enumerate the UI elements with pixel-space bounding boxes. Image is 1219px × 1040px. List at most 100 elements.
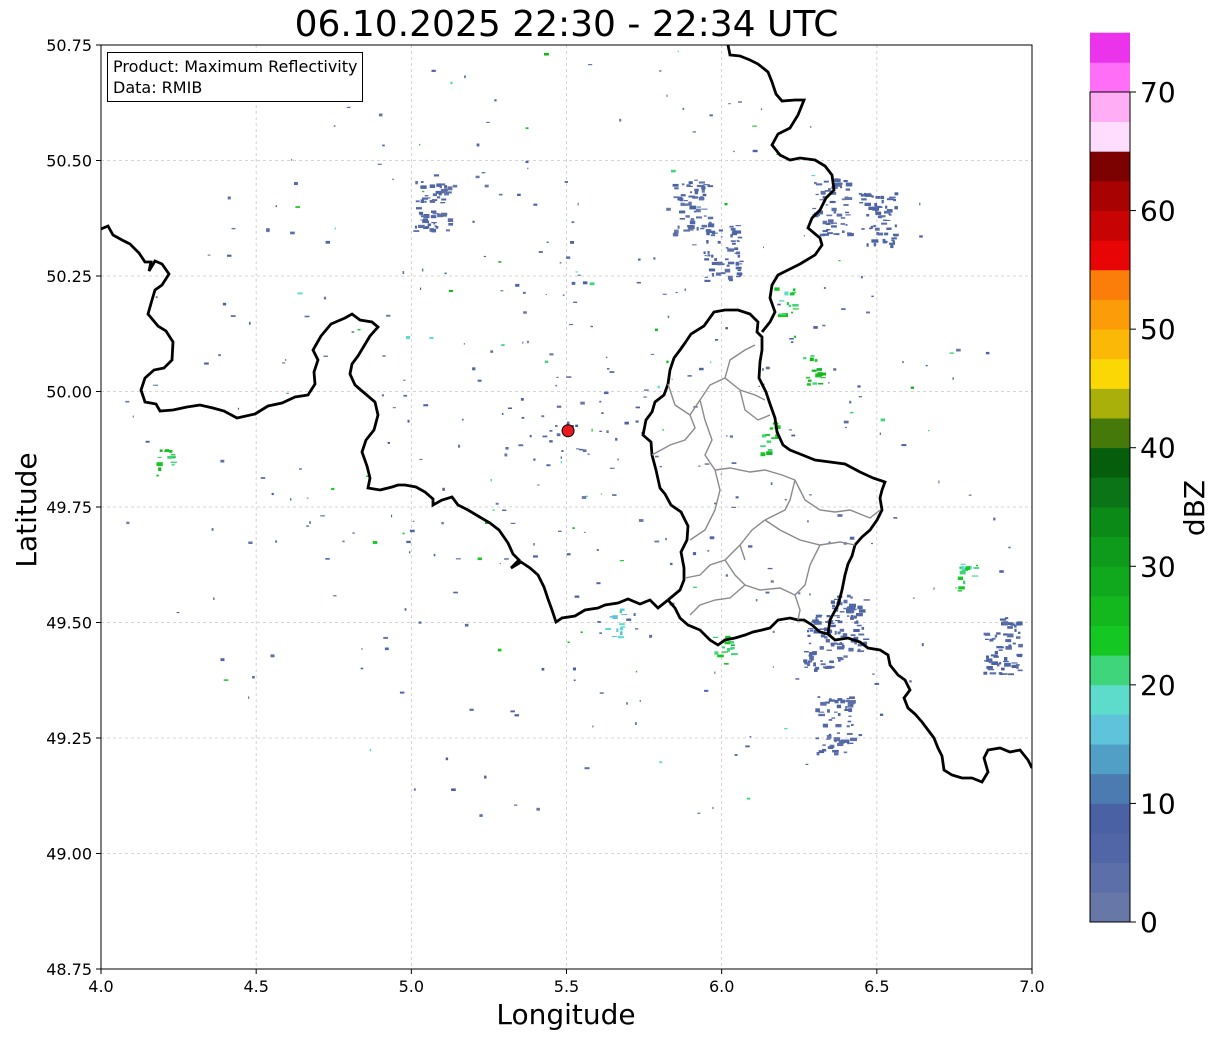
country-border-southeast (827, 632, 1032, 784)
echo-pixel (639, 700, 641, 702)
echo-pixel (767, 567, 773, 570)
echo-pixel (612, 494, 617, 496)
echo-pixel (692, 131, 696, 133)
echo-pixel (275, 205, 277, 208)
echo-pixel (725, 574, 728, 577)
echo-pixel (858, 633, 865, 636)
echo-pixel (501, 344, 505, 347)
echo-pixel (834, 630, 837, 635)
echo-pixel (825, 204, 829, 206)
echo-pixel (213, 597, 215, 600)
echo-pixel (679, 210, 686, 214)
echo-pixel (833, 222, 837, 224)
echo-pixel (838, 260, 841, 262)
echo-pixel (791, 311, 794, 314)
echo-pixel (1008, 673, 1014, 676)
echo-pixel (286, 392, 289, 394)
x-tick-label: 4.0 (88, 977, 113, 996)
echo-pixel (387, 441, 390, 444)
echo-pixel (320, 515, 325, 517)
echo-pixel (626, 702, 628, 705)
colorbar-tick-label: 30 (1140, 550, 1176, 583)
echo-pixel (839, 642, 842, 645)
echo-pixel (893, 233, 899, 237)
echo-pixel (440, 202, 446, 204)
echo-pixel (692, 244, 697, 246)
echo-pixel (619, 623, 625, 626)
echo-pixel (847, 700, 855, 705)
echo-pixel (424, 200, 427, 203)
echo-pixel (544, 360, 549, 363)
echo-pixel (125, 400, 130, 403)
echo-pixel (784, 727, 788, 730)
colorbar-segment (1090, 507, 1130, 538)
echo-pixel (655, 455, 659, 458)
echo-pixel (809, 593, 811, 596)
echo-pixel (807, 520, 809, 523)
echo-pixel (413, 230, 420, 232)
echo-pixel (606, 368, 610, 370)
echo-pixel (1001, 667, 1005, 671)
echo-pixel (453, 591, 458, 594)
echo-pixel (834, 752, 839, 756)
echo-pixel (849, 742, 854, 744)
echo-pixel (811, 369, 817, 372)
echo-pixel (858, 192, 863, 195)
colorbar-segment (1090, 62, 1130, 93)
echo-pixel (833, 209, 836, 214)
echo-pixel (829, 666, 835, 669)
echo-pixel (297, 292, 303, 295)
echo-pixel (522, 291, 526, 294)
echo-pixel (701, 208, 708, 210)
echo-pixel (985, 638, 989, 640)
echo-pixel (252, 676, 255, 679)
echo-pixel (813, 662, 816, 667)
echo-pixel (846, 594, 851, 598)
echo-pixel (809, 494, 812, 496)
echo-pixel (704, 258, 710, 261)
echo-pixel (856, 613, 863, 617)
echo-pixel (925, 364, 928, 367)
echo-pixel (126, 521, 130, 524)
echo-pixel (450, 81, 453, 85)
echo-pixel (727, 261, 735, 265)
echo-pixel (615, 437, 618, 441)
echo-pixel (998, 649, 1003, 651)
echo-pixel (635, 406, 640, 409)
echo-pixel (382, 144, 385, 147)
echo-pixel (290, 231, 295, 235)
echo-pixel (971, 575, 979, 577)
echo-pixel (721, 271, 724, 274)
echo-pixel (1007, 626, 1013, 629)
echo-pixel (957, 590, 963, 592)
echo-pixel (850, 411, 854, 414)
echo-pixel (820, 663, 826, 666)
echo-pixel (737, 269, 742, 272)
echo-pixel (815, 737, 820, 740)
echo-pixel (737, 240, 740, 242)
echo-pixel (445, 757, 449, 761)
regional-borders (651, 344, 881, 621)
echo-pixel (840, 699, 846, 704)
echo-pixel (857, 648, 861, 652)
echo-pixel (697, 812, 701, 814)
colorbar-segment (1090, 833, 1130, 864)
echo-pixel (584, 767, 590, 770)
colorbar-tick-label: 20 (1140, 669, 1176, 702)
echo-pixel (1016, 636, 1021, 639)
echo-pixel (619, 560, 624, 562)
echo-pixel (606, 430, 609, 433)
echo-pixel (452, 184, 458, 188)
echo-pixel (1007, 633, 1014, 638)
echo-pixel (746, 797, 751, 800)
echo-pixel (805, 377, 811, 379)
echo-pixel (765, 366, 770, 370)
echo-pixel (696, 208, 701, 213)
echo-pixel (826, 214, 833, 217)
echo-pixel (839, 611, 845, 613)
echo-pixel (572, 667, 576, 671)
echo-pixel (636, 281, 641, 284)
echo-pixel (817, 696, 821, 698)
echo-pixel (928, 430, 930, 432)
echo-pixel (525, 127, 529, 130)
